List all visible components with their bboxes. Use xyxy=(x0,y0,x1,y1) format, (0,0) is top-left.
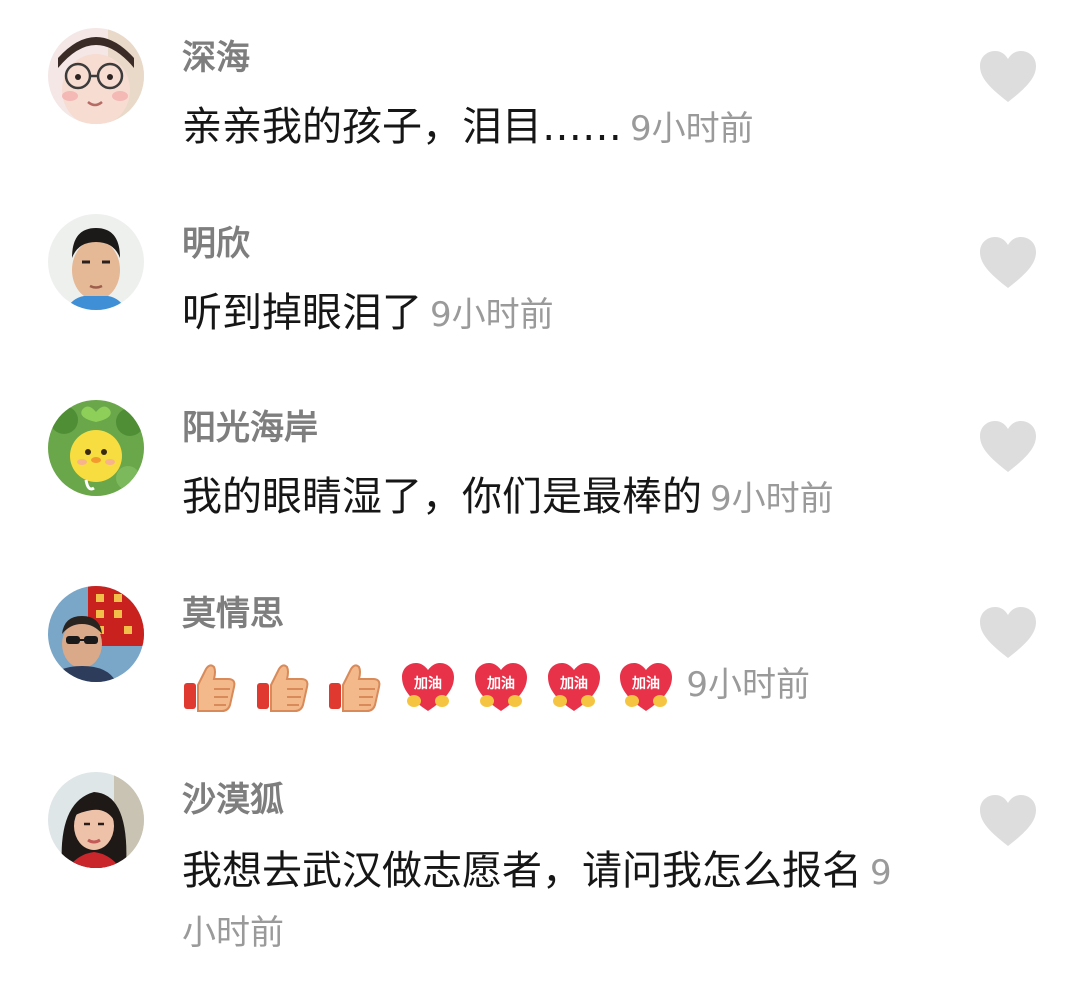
heart-icon xyxy=(980,795,1036,846)
jiayou-heart-emoji: 加油 xyxy=(618,661,674,713)
man-sunglasses-photo-avatar xyxy=(48,586,144,682)
user-avatar[interactable] xyxy=(48,28,144,124)
user-avatar[interactable] xyxy=(48,400,144,496)
comment-body: 我想去武汉做志愿者，请问我怎么报名 xyxy=(182,848,862,894)
comment-text: 听到掉眼泪了 9小时前 xyxy=(182,284,922,344)
user-avatar[interactable] xyxy=(48,772,144,868)
timestamp: 9小时前 xyxy=(630,109,754,149)
username[interactable]: 沙漠狐 xyxy=(182,780,284,820)
jiayou-heart-emoji: 加油 xyxy=(473,661,529,713)
timestamp: 9小时前 xyxy=(686,665,810,705)
jiayou-heart-emoji: 加油 xyxy=(400,661,456,713)
comment-text: 亲亲我的孩子，泪目…… 9小时前 xyxy=(182,98,922,158)
like-button[interactable] xyxy=(978,606,1038,660)
comment-body: 我的眼睛湿了，你们是最棒的 xyxy=(182,474,702,520)
user-avatar[interactable] xyxy=(48,586,144,682)
emoji-row: 加油 加油 加油 加油 xyxy=(182,656,678,714)
yellow-chick-cartoon-avatar xyxy=(48,400,144,496)
comment-body: 亲亲我的孩子，泪目…… xyxy=(182,104,622,150)
jiayou-heart-emoji: 加油 xyxy=(546,661,602,713)
comment-text: 我想去武汉做志愿者，请问我怎么报名 9小时前 xyxy=(182,842,922,962)
like-button[interactable] xyxy=(978,236,1038,290)
svg-text:加油: 加油 xyxy=(631,675,660,692)
heart-icon xyxy=(980,421,1036,472)
svg-text:加油: 加油 xyxy=(413,675,442,692)
username[interactable]: 阳光海岸 xyxy=(182,408,318,448)
woman-photo-avatar xyxy=(48,772,144,868)
username[interactable]: 深海 xyxy=(182,38,250,78)
like-button[interactable] xyxy=(978,794,1038,848)
thumbs-up-emoji xyxy=(255,661,311,713)
timestamp: 9小时前 xyxy=(430,295,554,335)
comment-text: 我的眼睛湿了，你们是最棒的 9小时前 xyxy=(182,468,922,528)
username[interactable]: 明欣 xyxy=(182,224,250,264)
user-avatar[interactable] xyxy=(48,214,144,310)
heart-icon xyxy=(980,51,1036,102)
baby-photo-avatar xyxy=(48,28,144,124)
svg-text:加油: 加油 xyxy=(559,675,588,692)
heart-icon xyxy=(980,237,1036,288)
svg-text:加油: 加油 xyxy=(486,675,515,692)
comment-body: 听到掉眼泪了 xyxy=(182,290,422,336)
thumbs-up-emoji xyxy=(182,661,238,713)
username[interactable]: 莫情思 xyxy=(182,594,284,634)
man-photo-avatar xyxy=(48,214,144,310)
timestamp: 9小时前 xyxy=(710,479,834,519)
thumbs-up-emoji xyxy=(327,661,383,713)
comment-text: 加油 加油 加油 加油 9小时前 xyxy=(182,654,922,714)
heart-icon xyxy=(980,607,1036,658)
like-button[interactable] xyxy=(978,420,1038,474)
like-button[interactable] xyxy=(978,50,1038,104)
